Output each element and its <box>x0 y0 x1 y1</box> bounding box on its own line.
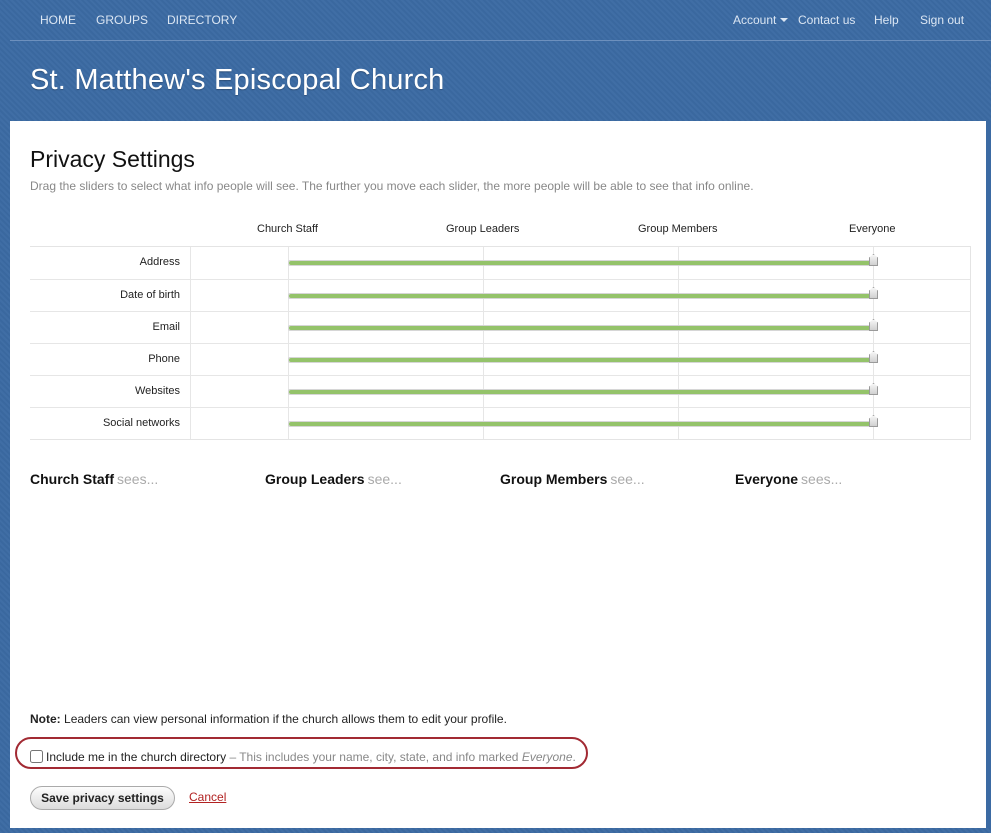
page-subtitle: Drag the sliders to select what info peo… <box>30 179 754 193</box>
address-slider[interactable] <box>288 260 873 266</box>
privacy-row-phone: Phone <box>30 343 970 376</box>
websites-slider[interactable] <box>288 389 873 395</box>
site-title: St. Matthew's Episcopal Church <box>30 64 445 96</box>
privacy-slider-grid: Address Date of birth Email Phone Websit… <box>30 246 971 440</box>
privacy-panel: Privacy Settings Drag the sliders to sel… <box>10 121 991 828</box>
sees-who: Group Leaders <box>265 471 365 487</box>
top-navigation: HOME GROUPS DIRECTORY Account Contact us… <box>10 0 991 41</box>
column-header-group-leaders: Group Leaders <box>446 223 520 235</box>
nav-signout-link[interactable]: Sign out <box>920 13 964 27</box>
slider-fill <box>289 358 872 362</box>
slider-fill <box>289 294 872 298</box>
save-privacy-settings-button[interactable]: Save privacy settings <box>30 786 175 810</box>
nav-directory-link[interactable]: DIRECTORY <box>167 13 237 27</box>
row-label: Address <box>139 256 180 268</box>
sees-suffix: sees... <box>801 471 843 487</box>
date-of-birth-slider-handle[interactable] <box>869 287 878 299</box>
group-leaders-see-heading: Group Leaders see... <box>265 471 402 487</box>
row-label: Phone <box>148 353 180 365</box>
nav-groups-link[interactable]: GROUPS <box>96 13 148 27</box>
phone-slider-handle[interactable] <box>869 351 878 363</box>
directory-desc-end: . <box>572 750 576 764</box>
include-in-directory-checkbox[interactable] <box>30 750 43 763</box>
social-networks-slider-handle[interactable] <box>869 415 878 427</box>
include-in-directory-label[interactable]: Include me in the church directory – Thi… <box>46 750 576 764</box>
address-slider-handle[interactable] <box>869 254 878 266</box>
slider-fill <box>289 390 872 394</box>
directory-label-text: Include me in the church directory <box>46 750 227 764</box>
account-label: Account <box>733 13 777 27</box>
cancel-link[interactable]: Cancel <box>189 790 226 804</box>
privacy-row-email: Email <box>30 311 970 344</box>
privacy-row-social-networks: Social networks <box>30 407 970 440</box>
slider-fill <box>289 261 872 265</box>
sees-suffix: see... <box>367 471 402 487</box>
nav-home-link[interactable]: HOME <box>40 13 76 27</box>
directory-everyone-emph: Everyone <box>521 750 573 764</box>
church-staff-sees-heading: Church Staff sees... <box>30 471 158 487</box>
sees-who: Group Members <box>500 471 608 487</box>
leaders-note: Note: Leaders can view personal informat… <box>30 712 507 726</box>
privacy-row-address: Address <box>30 247 970 279</box>
column-header-church-staff: Church Staff <box>257 223 318 235</box>
nav-help-link[interactable]: Help <box>874 13 899 27</box>
group-members-see-heading: Group Members see... <box>500 471 645 487</box>
row-label: Websites <box>134 385 180 397</box>
date-of-birth-slider[interactable] <box>288 293 873 299</box>
websites-slider-handle[interactable] <box>869 383 878 395</box>
page-title: Privacy Settings <box>30 146 195 172</box>
row-label: Email <box>152 321 180 333</box>
privacy-row-date-of-birth: Date of birth <box>30 279 970 312</box>
slider-fill <box>289 422 872 426</box>
everyone-sees-heading: Everyone sees... <box>735 471 842 487</box>
chevron-down-icon <box>780 18 789 22</box>
phone-slider[interactable] <box>288 357 873 363</box>
row-label: Social networks <box>102 417 180 429</box>
column-header-everyone: Everyone <box>849 223 896 235</box>
email-slider[interactable] <box>288 325 873 331</box>
account-menu[interactable]: Account <box>733 13 789 27</box>
sees-suffix: sees... <box>117 471 159 487</box>
note-label: Note: <box>30 712 61 726</box>
nav-contact-link[interactable]: Contact us <box>798 13 855 27</box>
email-slider-handle[interactable] <box>869 319 878 331</box>
directory-desc-text: – This includes your name, city, state, … <box>229 750 519 764</box>
directory-description: – This includes your name, city, state, … <box>229 750 575 764</box>
note-text: Leaders can view personal information if… <box>64 712 507 726</box>
column-header-group-members: Group Members <box>638 223 718 235</box>
sees-who: Everyone <box>735 471 799 487</box>
social-networks-slider[interactable] <box>288 421 873 427</box>
sees-who: Church Staff <box>30 471 114 487</box>
slider-fill <box>289 326 872 330</box>
privacy-row-websites: Websites <box>30 375 970 408</box>
row-label: Date of birth <box>120 289 180 301</box>
sees-suffix: see... <box>610 471 645 487</box>
